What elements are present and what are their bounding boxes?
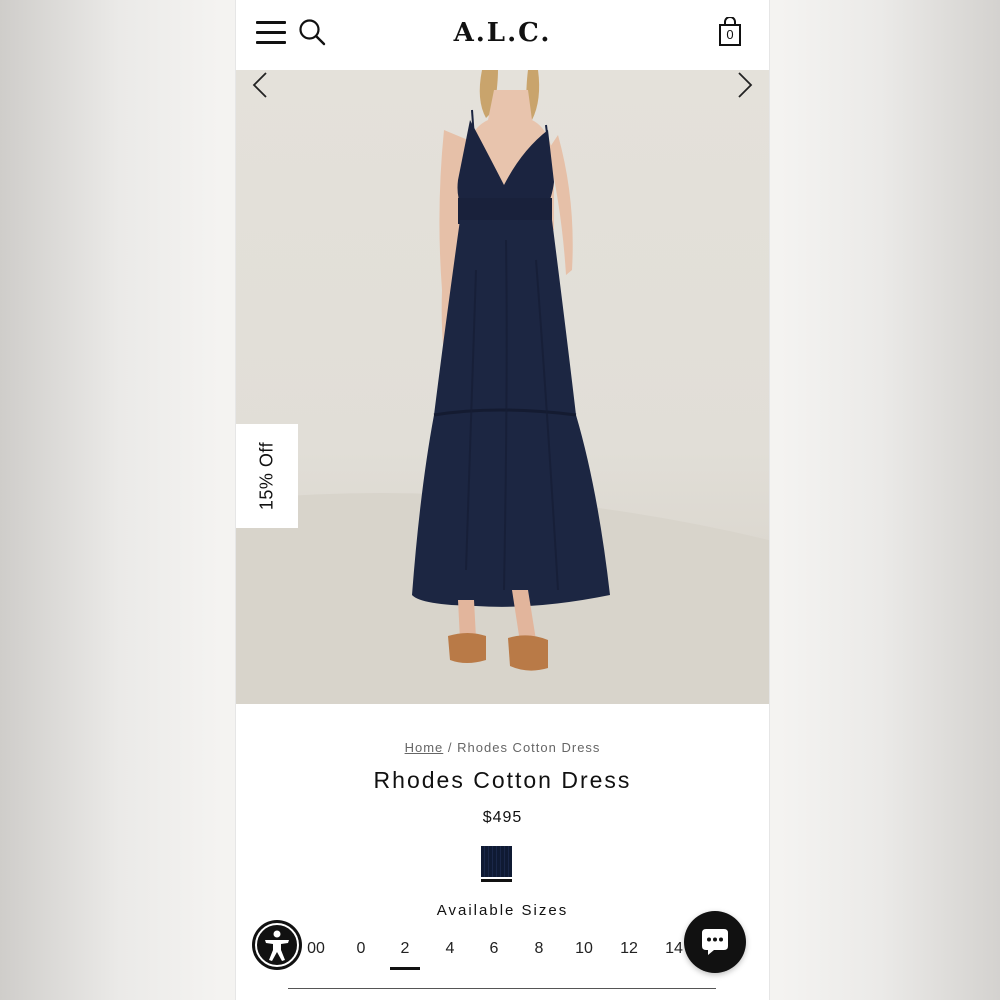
discount-badge-label: 15% Off [256, 441, 277, 511]
breadcrumb-home-link[interactable]: Home [405, 740, 444, 755]
accessibility-button[interactable] [252, 920, 302, 970]
cart-button[interactable]: 0 [718, 16, 742, 47]
chevron-left-icon[interactable] [246, 70, 276, 100]
breadcrumb-current: Rhodes Cotton Dress [457, 740, 601, 755]
swatch-selected-indicator [481, 879, 512, 882]
product-image-gallery[interactable]: 15% Off [236, 70, 769, 704]
breadcrumb-separator: / [447, 740, 453, 755]
size-option-4[interactable]: 4 [430, 940, 470, 958]
color-swatch-navy[interactable] [481, 846, 512, 877]
size-option-6[interactable]: 6 [474, 940, 514, 958]
size-option-12[interactable]: 12 [609, 940, 649, 958]
accessibility-icon [255, 923, 299, 967]
chevron-right-icon[interactable] [729, 70, 759, 100]
size-option-0[interactable]: 0 [341, 940, 381, 958]
product-price: $495 [482, 809, 523, 826]
cart-count: 0 [726, 27, 734, 42]
discount-badge[interactable]: 15% Off [236, 424, 298, 528]
site-header: A.L.C. 0 [236, 0, 769, 70]
product-title: Rhodes Cotton Dress [373, 767, 632, 793]
size-option-00[interactable]: 00 [296, 940, 336, 958]
size-option-10[interactable]: 10 [564, 940, 604, 958]
breadcrumb: Home / Rhodes Cotton Dress [236, 740, 769, 755]
divider [288, 988, 716, 989]
chat-button[interactable] [684, 911, 746, 973]
size-option-2[interactable]: 2 [385, 940, 425, 970]
chat-icon [702, 929, 728, 955]
size-selector: 00 0 2 4 6 8 10 12 14 [296, 940, 716, 970]
size-option-8[interactable]: 8 [519, 940, 559, 958]
product-photo [236, 70, 769, 704]
product-page: A.L.C. 0 15% Off Home / Rhodes Cotton Dr… [235, 0, 770, 1000]
brand-logo[interactable]: A.L.C. [236, 18, 769, 48]
